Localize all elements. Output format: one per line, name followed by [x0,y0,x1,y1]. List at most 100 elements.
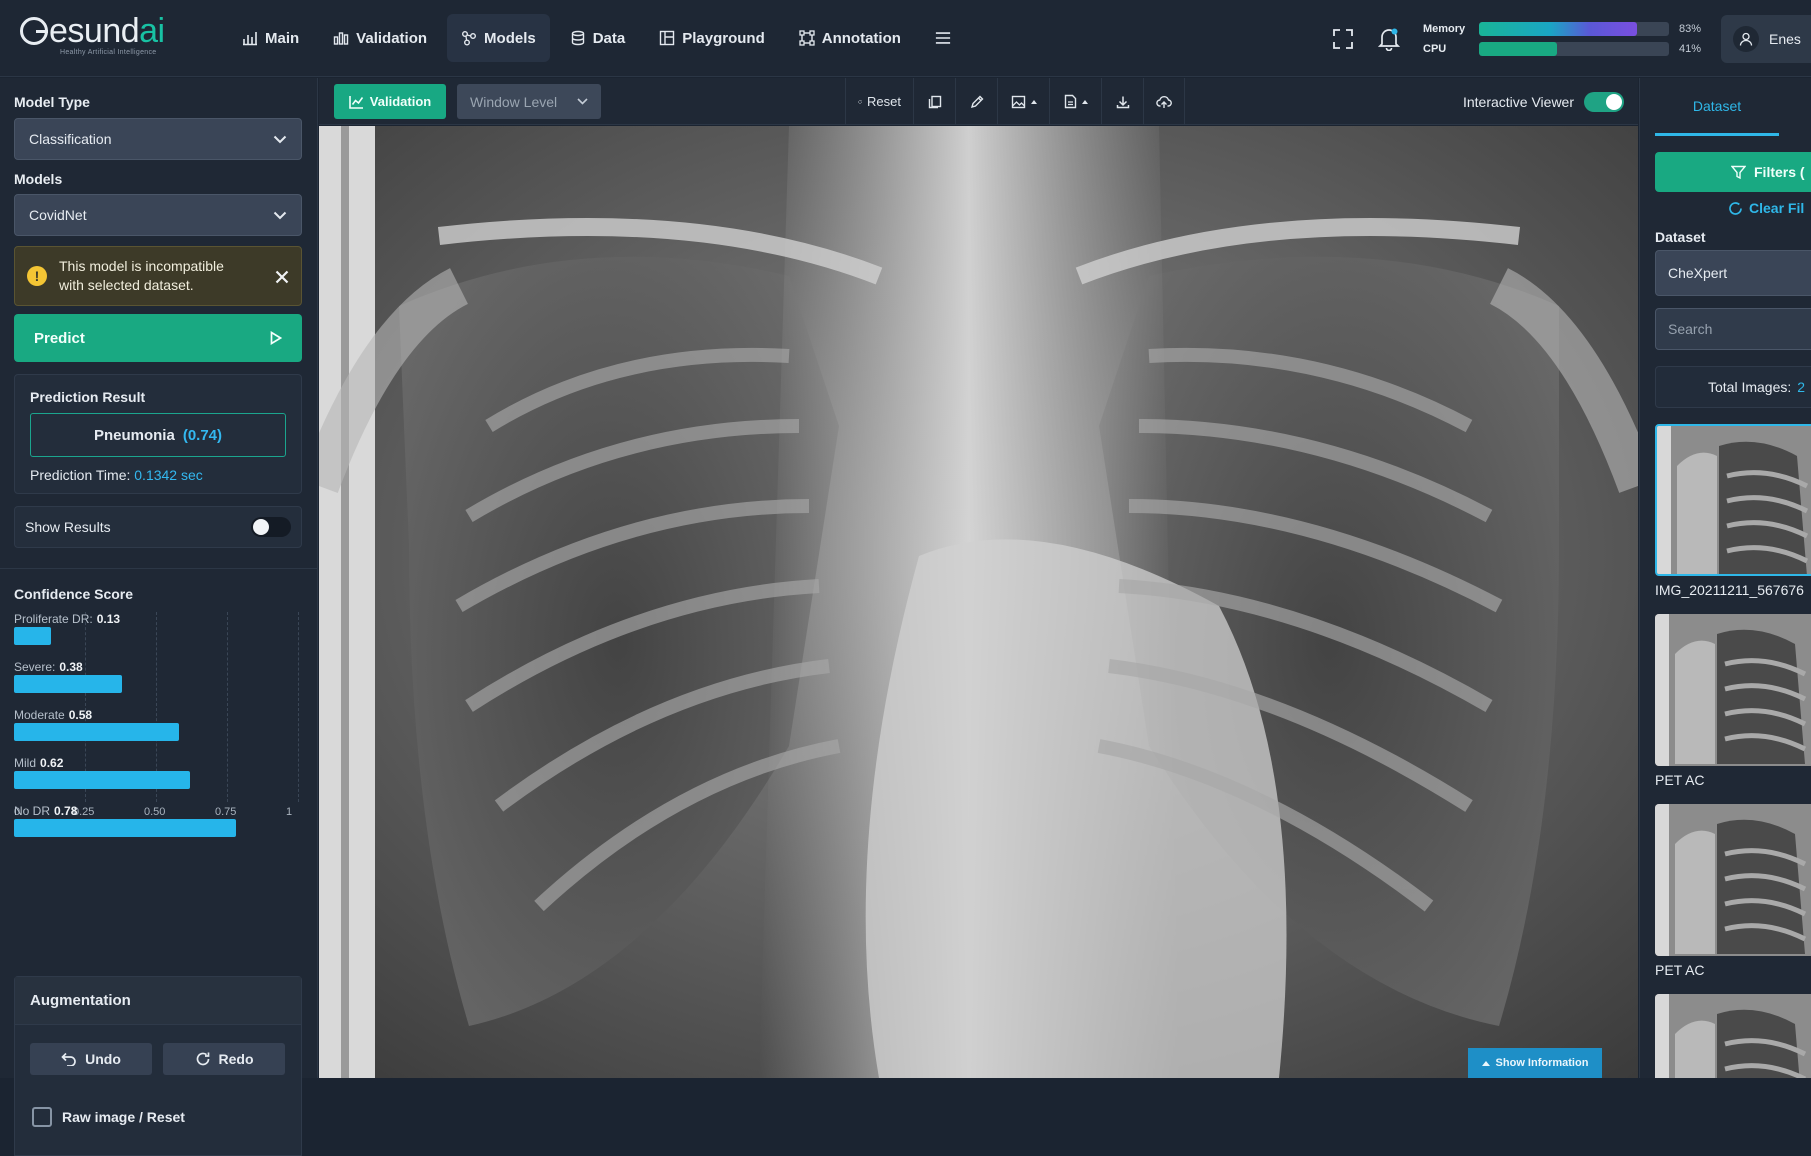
augmentation-title: Augmentation [15,977,301,1025]
nav-item-main[interactable]: Main [228,14,313,62]
chart-tick-label: 1 [286,806,293,818]
cpu-meter: CPU 41% [1423,41,1702,56]
nav-item-models[interactable]: Models [447,14,550,62]
thumbnail-caption: PET AC [1655,772,1705,788]
memory-meter: Memory 83% [1423,21,1702,36]
image-thumbnail[interactable] [1655,614,1811,766]
chart-category-label: Proliferate DR: 0.13 [14,612,120,626]
user-menu[interactable]: Enes [1721,14,1811,63]
undo-icon [61,1052,76,1066]
draw-tool-button[interactable] [955,78,997,125]
bell-icon [1378,28,1400,51]
caret-up-icon [1081,99,1088,104]
image-thumbnail[interactable] [1655,804,1811,956]
filter-icon [1731,165,1746,179]
upload-cloud-button[interactable] [1143,78,1185,125]
predict-button[interactable]: Predict [14,314,302,362]
models-select[interactable]: CovidNet [14,194,302,236]
show-results-label: Show Results [25,519,111,535]
document-tools-dropdown[interactable] [1049,78,1101,125]
prediction-score: (0.74) [182,426,223,444]
layout-icon [660,30,675,46]
copy-tool-button[interactable] [913,78,955,125]
close-icon [275,270,289,283]
database-icon [571,30,584,46]
reset-view-button[interactable]: Reset [845,78,913,125]
model-type-label: Model Type [14,94,90,110]
raw-image-checkbox[interactable] [32,1107,52,1127]
document-icon [1064,94,1076,109]
main-nav: Main Validation Models Data Playground A… [228,12,965,64]
show-information-button[interactable]: Show Information [1468,1048,1602,1078]
chart-bar [14,819,236,837]
viewer-toolbar: Validation Window Level Reset Interactiv… [319,78,1638,125]
fullscreen-button[interactable] [1323,19,1363,59]
augmentation-card: Augmentation Undo Redo Raw image / Reset [14,976,302,1156]
chart-bar [14,771,191,789]
image-tools-dropdown[interactable] [997,78,1049,125]
prediction-class: Pneumonia [93,426,175,444]
redo-icon [196,1052,209,1066]
pencil-icon [970,95,983,108]
xray-image-viewer[interactable]: Show Information [319,126,1638,1078]
close-warning-button[interactable] [275,267,289,286]
reset-icon [858,99,862,104]
dataset-search-input[interactable]: Search [1655,308,1811,350]
confidence-score-title: Confidence Score [14,586,134,602]
prediction-result-card: Prediction Result Pneumonia (0.74) Predi… [14,374,302,494]
models-label: Models [14,171,63,187]
interactive-viewer-toggle[interactable] [1584,91,1624,112]
prediction-time: Prediction Time: 0.1342 sec [30,467,203,483]
undo-button[interactable]: Undo [30,1043,152,1075]
cpu-bar [1479,41,1669,56]
panel-divider [0,568,318,569]
tab-dataset[interactable]: Dataset [1655,78,1779,136]
confidence-score-chart: 0 0.25 0.50 0.75 1 Proliferate DR: 0.13 Severe:… [14,612,304,837]
chart-data-label: 0.78 [54,804,78,818]
clear-filters-button[interactable]: Clear Fil [1728,200,1804,216]
dataset-select[interactable]: CheXpert [1655,250,1811,296]
chart-category-name: Proliferate DR: [14,612,93,626]
chart-category-name: Moderate [14,708,65,722]
app-logo[interactable]: esundai Healthy Artificial Intelligence [20,14,190,60]
chart-bar [14,675,122,693]
prediction-result-title: Prediction Result [30,389,146,405]
redo-button[interactable]: Redo [163,1043,285,1075]
memory-bar [1479,21,1669,36]
thumbnail-caption: IMG_20211211_567676 [1655,582,1804,598]
validation-button[interactable]: Validation [334,84,446,119]
model-type-select[interactable]: Classification [14,118,302,160]
line-chart-icon [348,95,363,109]
logo-tagline: Healthy Artificial Intelligence [60,49,157,56]
nav-item-data[interactable]: Data [556,14,640,62]
chart-columns-icon [333,32,349,45]
chart-data-label: 0.13 [96,612,121,626]
chart-gridline [298,612,299,802]
chevron-down-icon [273,211,287,219]
top-right-controls: Memory 83% CPU 41% Enes [1323,0,1811,77]
nav-item-validation[interactable]: Validation [319,14,441,62]
chart-bar [14,627,51,645]
chart-category-label: Moderate 0.58 [14,708,92,722]
hamburger-menu-button[interactable] [921,14,965,62]
warning-text: This model is incompatible with selected… [59,258,224,293]
nav-item-playground[interactable]: Playground [645,14,779,62]
copy-icon [928,95,941,108]
show-results-row: Show Results [14,506,302,548]
memory-bar-fill [1479,21,1637,36]
xray-thumbnail-image [1655,614,1811,766]
notifications-button[interactable] [1369,19,1409,59]
chest-xray-image [319,126,1638,1078]
chart-tick-label: 0.75 [215,806,237,818]
nav-item-annotation[interactable]: Annotation [785,14,915,62]
window-level-select[interactable]: Window Level [457,84,601,119]
image-thumbnail[interactable] [1655,994,1811,1078]
model-nodes-icon [462,31,477,46]
filters-button[interactable]: Filters ( [1655,152,1811,192]
image-thumbnail[interactable] [1655,424,1811,576]
right-panel: Dataset Filters ( Clear Fil Dataset CheX… [1639,78,1811,1078]
download-button[interactable] [1101,78,1143,125]
xray-thumbnail-image [1655,994,1811,1078]
show-results-toggle[interactable] [251,517,291,537]
user-name: Enes [1769,30,1801,47]
